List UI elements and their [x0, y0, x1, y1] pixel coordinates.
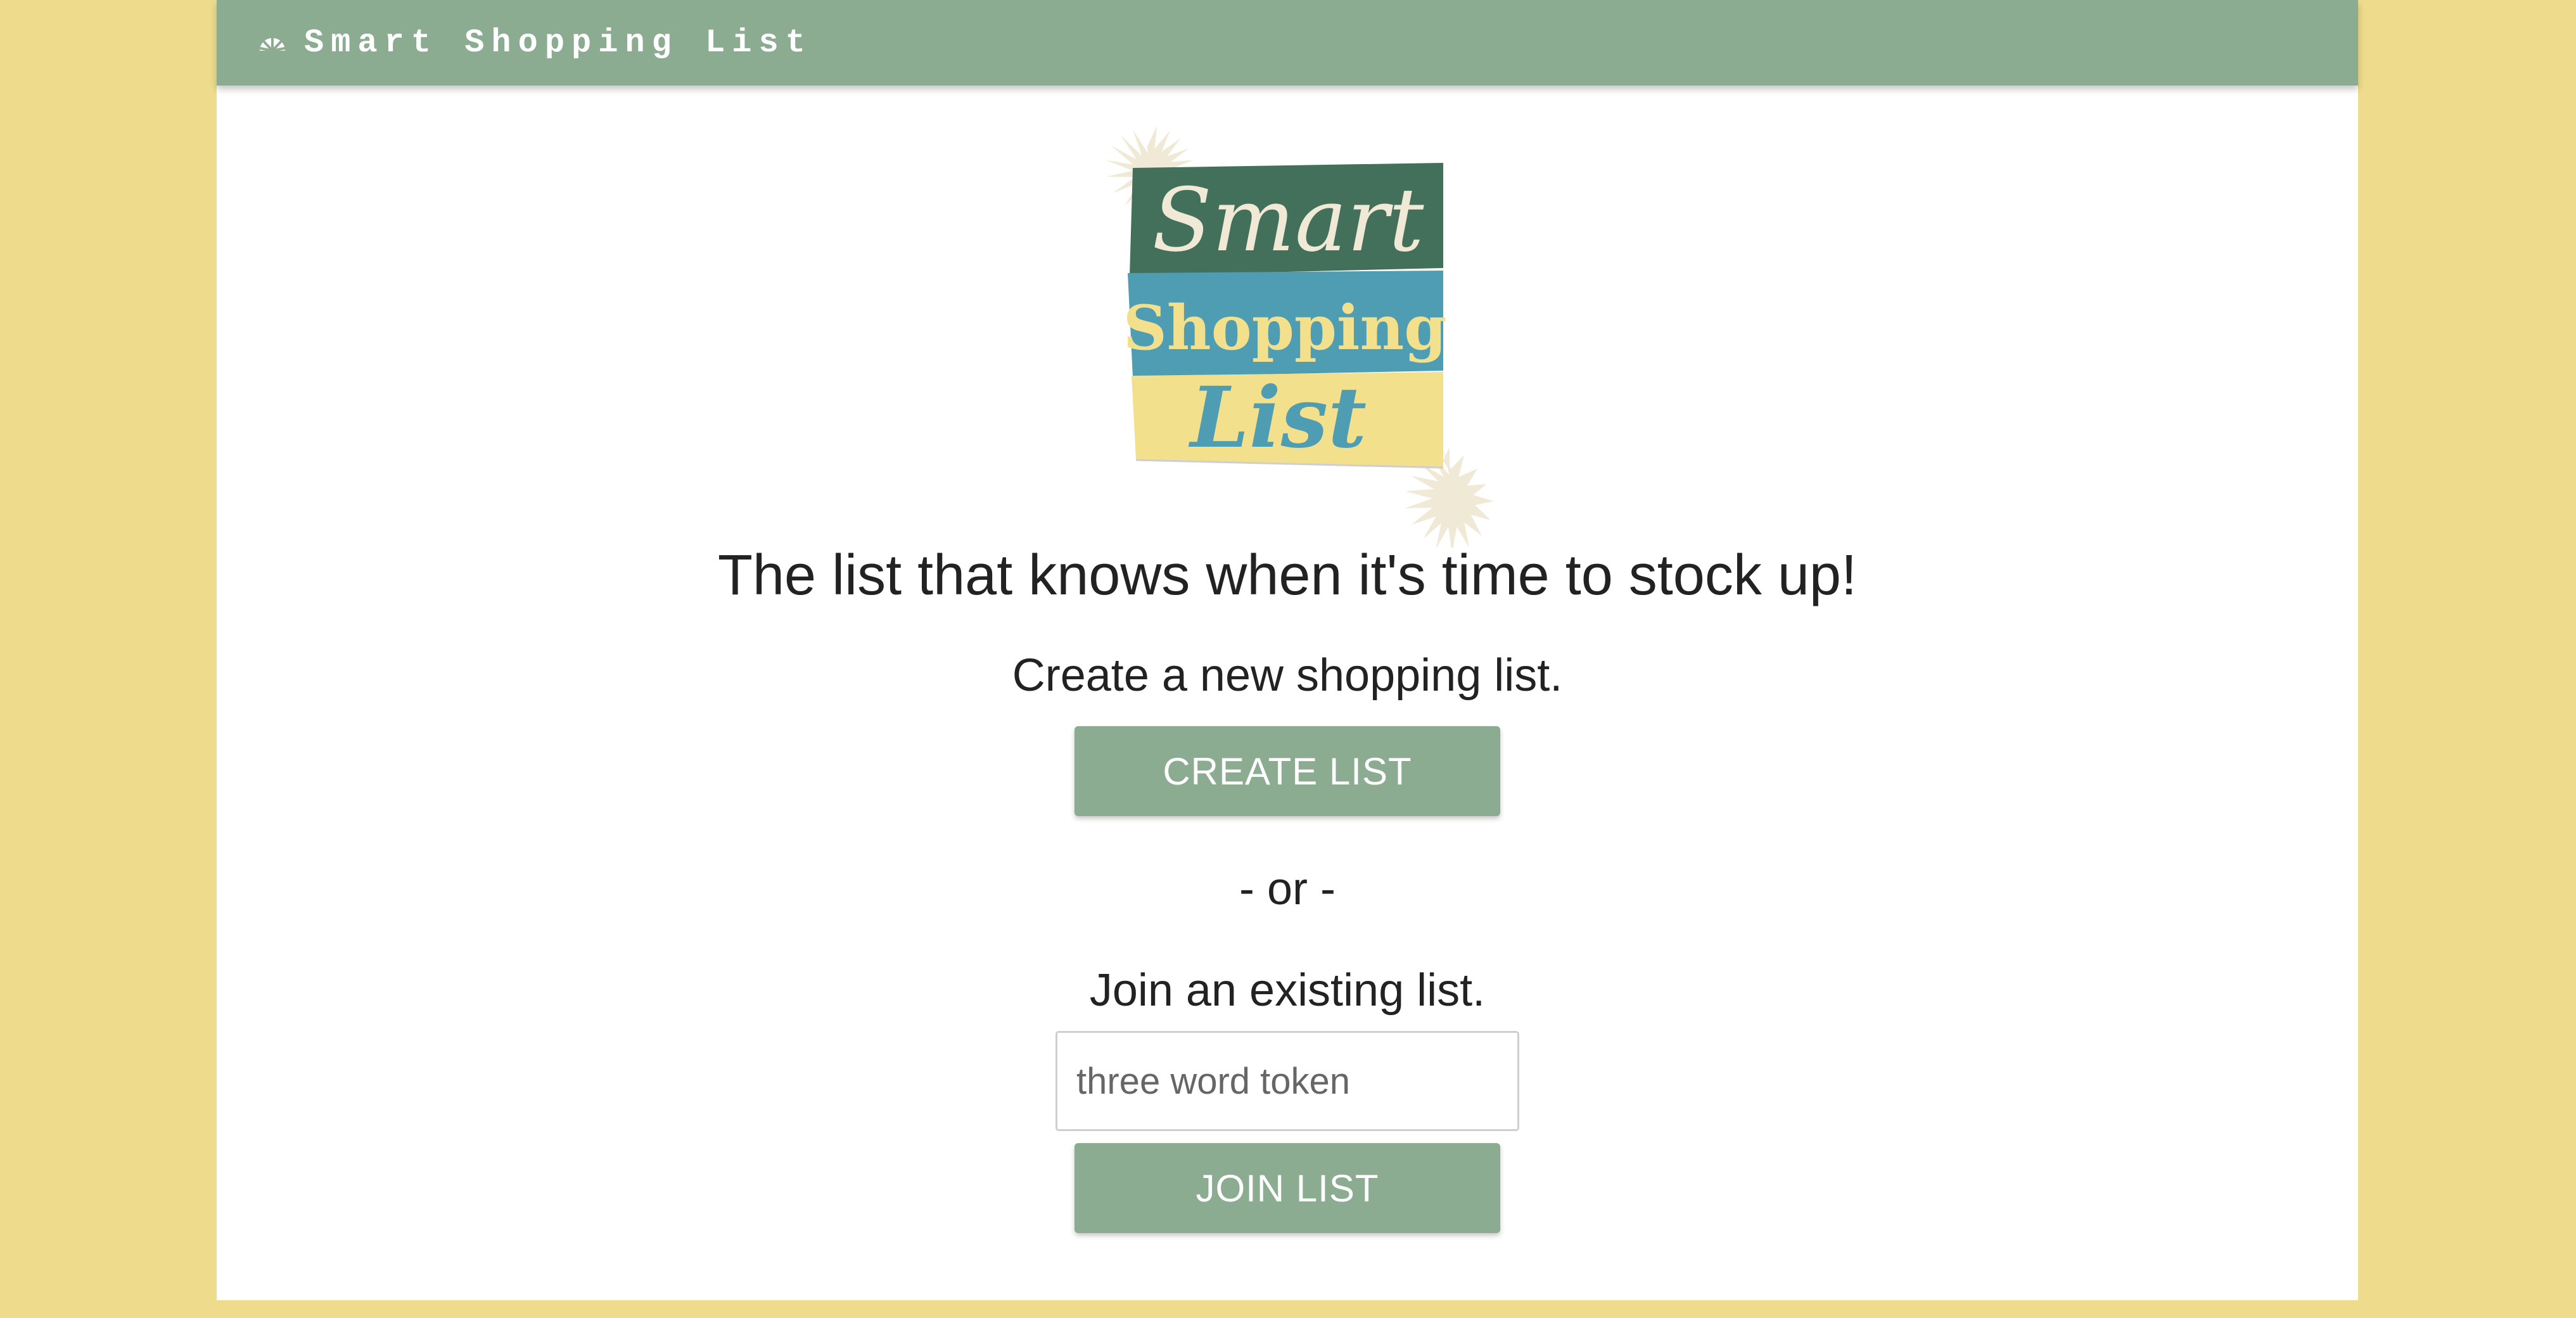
or-separator: - or - — [1239, 864, 1336, 914]
create-list-prompt: Create a new shopping list. — [1012, 650, 1563, 701]
join-list-prompt: Join an existing list. — [1089, 965, 1486, 1016]
token-input[interactable] — [1055, 1031, 1519, 1131]
top-navbar: Smart Shopping List — [217, 0, 2358, 86]
join-list-button[interactable]: JOIN LIST — [1074, 1143, 1500, 1233]
app-title: Smart Shopping List — [304, 24, 812, 61]
sunrise-icon — [259, 36, 286, 52]
logo-text-list: List — [1188, 369, 1367, 467]
app-container: Smart Shopping List Smart Shopping List … — [217, 0, 2358, 1300]
logo-text-shopping: Shopping — [1123, 292, 1447, 364]
page-tagline: The list that knows when it's time to st… — [718, 544, 1857, 607]
logo-text-smart: Smart — [1152, 169, 1424, 271]
smart-shopping-list-logo: Smart Shopping List — [1106, 125, 1494, 548]
create-list-button[interactable]: CREATE LIST — [1074, 726, 1500, 816]
main-content: Smart Shopping List The list that knows … — [217, 86, 2358, 1300]
